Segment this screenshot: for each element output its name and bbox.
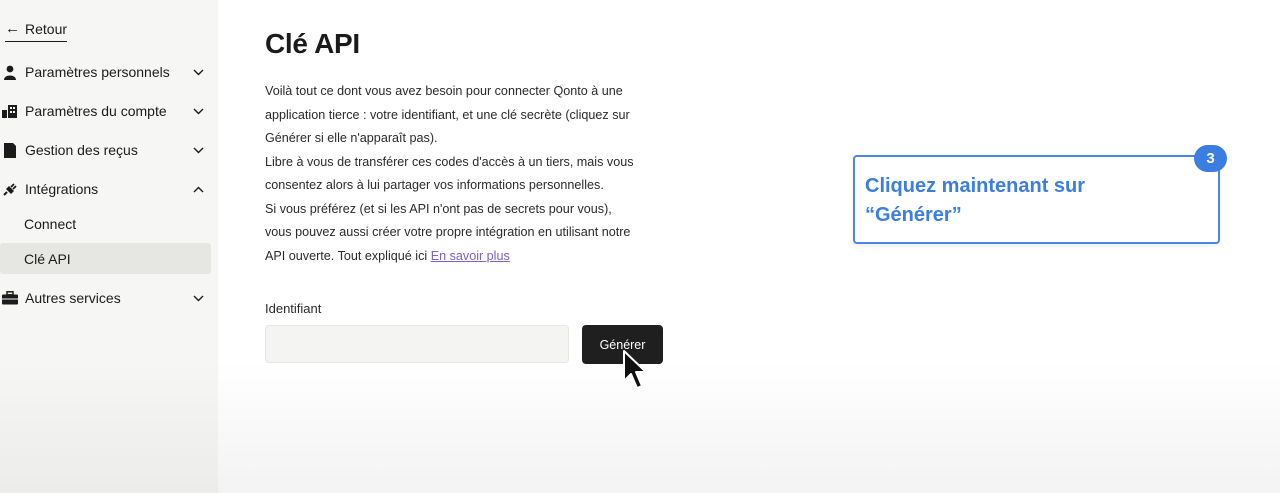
receipt-icon: [1, 141, 19, 159]
mouse-pointer-icon: [622, 349, 652, 396]
sidebar-item-label: Intégrations: [25, 181, 99, 197]
description-text: Voilà tout ce dont vous avez besoin pour…: [265, 80, 675, 268]
identifier-input[interactable]: [265, 325, 569, 363]
chevron-down-icon: [191, 295, 205, 302]
sidebar-subitem-label: Clé API: [24, 250, 71, 267]
description-line: Libre à vous de transférer ces codes d'a…: [265, 154, 634, 169]
tutorial-callout: Cliquez maintenant sur “Générer”: [853, 155, 1220, 244]
sidebar-item-integrations[interactable]: Intégrations: [0, 173, 211, 205]
callout-line: “Générer”: [865, 204, 962, 226]
chevron-down-icon: [191, 69, 205, 76]
description-line: application tierce : votre identifiant, …: [265, 107, 630, 122]
description-line: vous pouvez aussi créer votre propre int…: [265, 225, 631, 239]
page-title: Clé API: [265, 28, 360, 59]
person-icon: [1, 63, 19, 81]
sidebar-subitem-connect[interactable]: Connect: [0, 208, 211, 239]
description-line: consentez alors à lui partager vos infor…: [265, 178, 604, 192]
sidebar-item-other-services[interactable]: Autres services: [0, 282, 211, 314]
chevron-down-icon: [191, 108, 205, 115]
sidebar-item-label: Paramètres du compte: [25, 103, 167, 119]
arrow-left-icon: ←: [5, 20, 20, 37]
briefcase-icon: [1, 289, 19, 307]
identifier-label: Identifiant: [265, 301, 322, 316]
sidebar-item-label: Gestion des reçus: [25, 142, 138, 158]
description-line: Voilà tout ce dont vous avez besoin pour…: [265, 84, 623, 98]
callout-line: Cliquez maintenant sur: [865, 175, 1086, 197]
sidebar-item-receipts[interactable]: Gestion des reçus: [0, 134, 211, 166]
sidebar-item-label: Paramètres personnels: [25, 64, 170, 80]
sidebar-subitem-api-key[interactable]: Clé API: [0, 243, 211, 274]
description-line: API ouverte. Tout expliqué ici: [265, 248, 428, 263]
plug-icon: [1, 180, 19, 198]
step-badge: 3: [1194, 145, 1227, 172]
callout-text: Cliquez maintenant sur “Générer”: [865, 172, 1185, 230]
learn-more-link[interactable]: En savoir plus: [431, 249, 510, 263]
description-line: Si vous préférez (et si les API n'ont pa…: [265, 201, 612, 216]
building-icon: [1, 102, 19, 120]
sidebar-item-account-settings[interactable]: Paramètres du compte: [0, 95, 211, 127]
sidebar-item-personal-settings[interactable]: Paramètres personnels: [0, 56, 211, 88]
chevron-down-icon: [191, 147, 205, 154]
back-label: Retour: [25, 20, 68, 37]
sidebar: ← Retour Paramètres personnels Paramètre…: [0, 0, 218, 493]
description-line: Générer si elle n'apparaît pas).: [265, 131, 438, 145]
sidebar-item-label: Autres services: [25, 290, 121, 306]
description-line-last: API ouverte. Tout expliqué ici En savoir…: [265, 245, 675, 269]
sidebar-subitem-label: Connect: [24, 215, 77, 232]
back-link[interactable]: ← Retour: [5, 20, 68, 42]
chevron-up-icon: [191, 186, 205, 193]
